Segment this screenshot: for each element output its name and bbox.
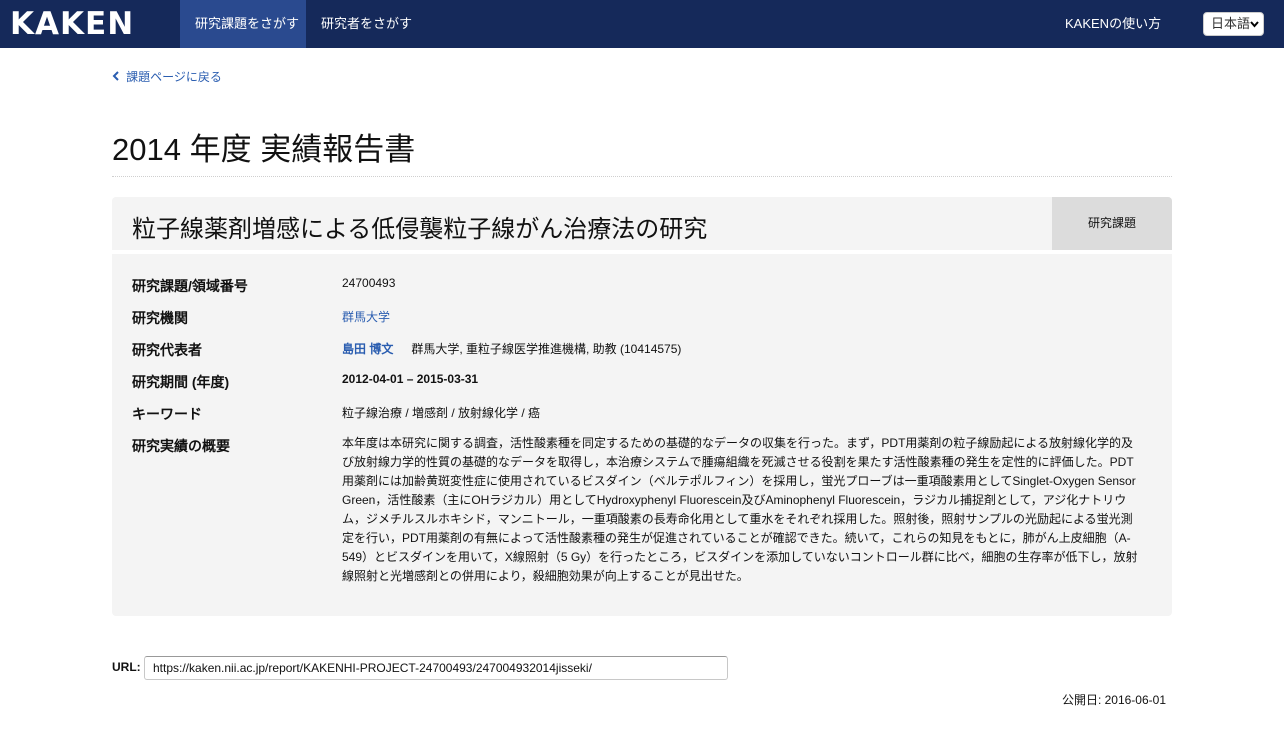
period-value: 2012-04-01 – 2015-03-31	[342, 372, 479, 386]
url-label: URL:	[112, 660, 141, 674]
project-number-label: 研究課題/領域番号	[132, 278, 248, 294]
keywords-value: 粒子線治療 / 増感剤 / 放射線化学 / 癌	[342, 406, 541, 420]
detail-panel: 研究課題/領域番号 24700493 研究機関 群馬大学 研究代表者 島田 博文…	[112, 254, 1172, 616]
representative-value: 島田 博文 群馬大学, 重粒子線医学推進機構, 助教 (10414575)	[342, 340, 681, 357]
project-header: 粒子線薬剤増感による低侵襲粒子線がん治療法の研究 研究課題	[112, 197, 1172, 250]
project-title: 粒子線薬剤増感による低侵襲粒子線がん治療法の研究	[132, 216, 708, 243]
chevron-left-icon	[112, 71, 123, 84]
logo-text: KAKEN	[10, 6, 135, 42]
institution-link[interactable]: 群馬大学	[342, 308, 390, 325]
project-number-value: 24700493	[342, 276, 396, 290]
nav-search-projects[interactable]: 研究課題をさがす	[180, 0, 306, 48]
chevron-down-icon	[1250, 17, 1259, 40]
title-divider	[112, 176, 1172, 177]
published-date: 公開日: 2016-06-01	[1061, 693, 1166, 707]
researcher-affiliation: 群馬大学, 重粒子線医学推進機構, 助教 (10414575)	[411, 342, 682, 356]
top-navbar: KAKEN 研究課題をさがす 研究者をさがす KAKENの使い方 日本語	[0, 0, 1284, 48]
language-value: 日本語	[1211, 16, 1251, 31]
institution-label: 研究機関	[132, 310, 188, 326]
url-field[interactable]: https://kaken.nii.ac.jp/report/KAKENHI-P…	[144, 656, 728, 680]
kaken-logo[interactable]: KAKEN	[10, 8, 134, 40]
back-to-project-link[interactable]: 課題ページに戻る	[112, 68, 222, 85]
representative-label: 研究代表者	[132, 342, 202, 358]
summary-text: 本年度は本研究に関する調査，活性酸素種を同定するための基礎的なデータの収集を行っ…	[342, 436, 1138, 583]
project-type-badge: 研究課題	[1052, 197, 1172, 250]
language-select[interactable]: 日本語	[1203, 12, 1264, 36]
researcher-name-link[interactable]: 島田 博文	[342, 342, 393, 356]
nav-help-link[interactable]: KAKENの使い方	[1050, 0, 1176, 48]
period-label: 研究期間 (年度)	[132, 374, 230, 390]
keywords-label: キーワード	[132, 406, 202, 422]
summary-label: 研究実績の概要	[132, 438, 230, 454]
back-link-label: 課題ページに戻る	[126, 70, 222, 84]
nav-search-researchers[interactable]: 研究者をさがす	[306, 0, 427, 48]
page-title: 2014 年度 実績報告書	[112, 132, 416, 167]
